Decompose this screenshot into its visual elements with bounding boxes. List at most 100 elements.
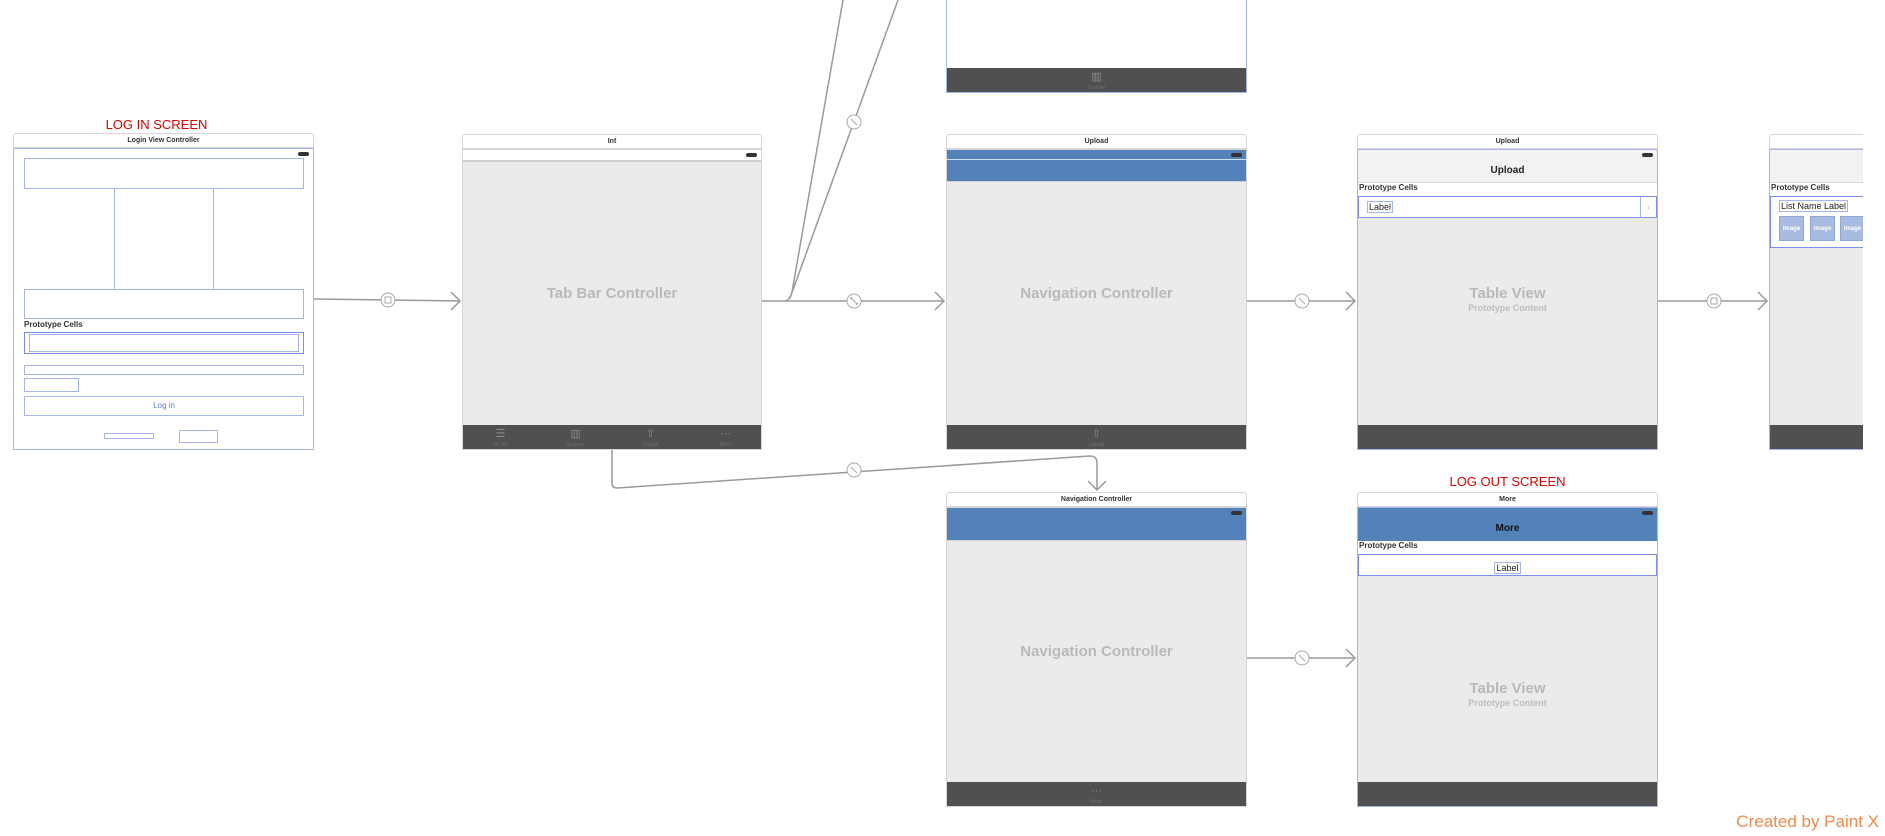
more-icon: ··· [720,428,731,440]
prototype-cells-label: Prototype Cells [1770,183,1863,196]
tab-bar: ☰ My list ▥ Scanner ⇧ Upload ··· More [463,425,761,449]
scene-title[interactable]: Upload [946,134,1247,149]
navigation-controller-label: Navigation Controller [1020,643,1173,660]
password-field[interactable] [24,378,79,392]
container-view [24,289,304,319]
tab-label: My list [493,442,508,448]
segue-tabbar-to-scanner-2 [789,0,899,299]
login-view-controller-scene[interactable]: Login View Controller Prototype Cells Lo… [13,133,314,450]
tab-bar-controller-label: Tab Bar Controller [546,285,678,302]
battery-icon [746,153,757,157]
share-icon: ⇧ [1091,428,1102,440]
table-view-label: Table View [1469,680,1546,697]
image-thumbnail: Image [1779,216,1804,241]
cell-label: Label [1494,562,1521,574]
navigation-title: Upload [1490,165,1525,176]
navigation-screen: Navigation Controller ··· More [946,507,1247,807]
prototype-cells-label: Prototype Cells [1358,183,1657,196]
more-icon: ··· [1091,785,1102,797]
navigation-controller-label: Navigation Controller [1020,285,1173,302]
username-field[interactable] [24,365,304,375]
logout-cell[interactable]: Label [1358,554,1657,576]
more-navigation-controller-scene[interactable]: Navigation Controller Navigation Control… [946,492,1247,807]
upload-navigation-controller-scene[interactable]: Upload Navigation Controller ⇧ Upload [946,134,1247,450]
chevron-right-icon: › [1640,197,1656,217]
login-screen-annotation: LOG IN SCREEN [105,117,208,132]
tab-bar [1770,425,1863,449]
watermark-footer: Created by Paint X [1736,812,1879,831]
tab-bar-controller-scene[interactable]: Int Tab Bar Controller ☰ My list ▥ Scann… [462,134,762,450]
list-detail-scene[interactable]: Prototype Cells List Name Label Image Im… [1769,134,1863,450]
scene-title[interactable]: Login View Controller [13,133,314,148]
tab-my-list[interactable]: ☰ My list [463,425,538,449]
table-cell[interactable]: Label › [1358,196,1657,218]
segue-icon-present [380,292,396,308]
table-screen: More Prototype Cells Label Table View Pr… [1357,507,1658,807]
scene-title[interactable]: Int [462,134,762,149]
image-thumbnail: Image [1810,216,1835,241]
tab-more[interactable]: ··· More [688,425,761,449]
tab-bar [1358,782,1657,806]
tab-scanner[interactable]: ▥ Scanner [538,425,613,449]
tab-bar [1358,425,1657,449]
barcode-icon: ▥ [1091,71,1102,83]
navigation-screen: Navigation Controller ⇧ Upload [946,149,1247,450]
battery-icon [1642,153,1653,157]
navigation-bar [947,150,1246,182]
prototype-content-label: Prototype Content [1468,698,1547,708]
navigation-bar: Upload [1358,150,1657,183]
share-icon: ⇧ [645,428,656,440]
navigation-bar [947,508,1246,541]
more-table-view-scene[interactable]: More More Prototype Cells Label Table Vi… [1357,492,1658,807]
tab-scanner[interactable]: ▥ Scanner [947,68,1246,92]
tab-label: Scanner [566,442,585,448]
battery-icon [1231,153,1242,157]
prototype-cells-label: Prototype Cells [24,320,83,329]
scene-title[interactable] [1769,134,1863,149]
logout-screen-annotation: LOG OUT SCREEN [1449,474,1566,489]
scanner-screen: ▥ Scanner [946,0,1247,93]
tab-label: More [1090,799,1103,805]
segue-icon-show [1706,293,1722,309]
cell-label: Label [1367,201,1394,213]
list-name-label: List Name Label [1779,200,1849,212]
header-view [24,158,304,189]
login-button[interactable]: Log in [24,396,304,416]
tab-label: Upload [642,442,659,448]
list-cell[interactable]: List Name Label Image Image Image [1770,196,1863,248]
signup-button[interactable] [104,433,154,439]
forgot-password-button[interactable] [179,430,218,443]
prototype-cell[interactable] [24,332,304,354]
barcode-icon: ▥ [570,428,581,440]
tab-bar: ▥ Scanner [947,68,1246,92]
tab-upload[interactable]: ⇧ Upload [613,425,688,449]
login-screen: Prototype Cells Log in [13,148,314,450]
image-thumbnail: Image [1840,216,1863,241]
scene-title[interactable]: Navigation Controller [946,492,1247,507]
tab-bar: ⇧ Upload [947,425,1246,449]
scene-title[interactable]: Upload [1357,134,1658,149]
cell-content [29,334,299,352]
tab-label: Scanner [1087,85,1106,91]
list-detail-screen: Prototype Cells List Name Label Image Im… [1769,149,1863,450]
scene-title[interactable]: More [1357,492,1658,507]
status-bar [463,150,761,162]
navigation-bar [1770,150,1863,183]
tab-bar: ··· More [947,782,1246,806]
battery-icon [1231,511,1242,515]
upload-table-view-scene[interactable]: Upload Upload Prototype Cells Label › Ta… [1357,134,1658,450]
table-screen: Upload Prototype Cells Label › Table Vie… [1357,149,1658,450]
tab-label: Upload [1088,442,1105,448]
tab-bar-screen: Tab Bar Controller ☰ My list ▥ Scanner ⇧… [462,149,762,450]
navigation-title: More [1495,523,1520,534]
navigation-bar: More [1358,508,1657,541]
tab-upload[interactable]: ⇧ Upload [947,425,1246,449]
battery-icon [298,152,309,156]
scanner-scene[interactable]: ▥ Scanner [946,0,1247,93]
table-view-label: Table View [1469,285,1546,302]
tab-label: More [719,442,732,448]
logo-image-view [114,188,214,290]
segue-tabbar-to-scanner-1 [784,0,844,302]
prototype-content-label: Prototype Content [1468,303,1547,313]
tab-more[interactable]: ··· More [947,782,1246,806]
